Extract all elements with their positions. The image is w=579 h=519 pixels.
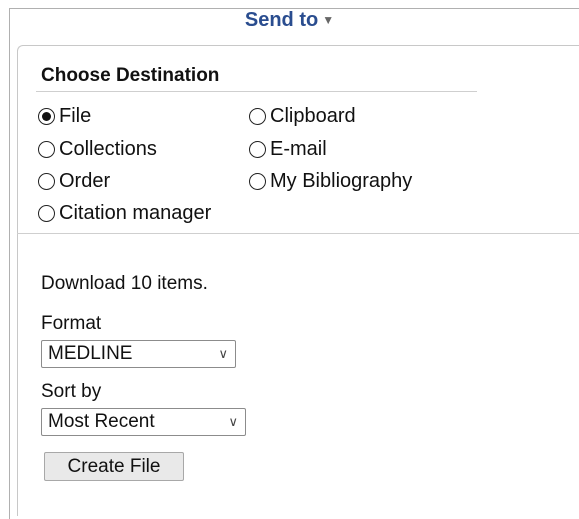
radio-icon[interactable]: [249, 140, 266, 158]
radio-option-collections[interactable]: Collections: [38, 137, 157, 161]
radio-label: Order: [59, 170, 111, 192]
chevron-down-icon: ∨: [228, 414, 238, 429]
send-to-label: Send to: [244, 9, 319, 31]
radio-icon[interactable]: [249, 107, 266, 125]
radio-icon[interactable]: [38, 172, 55, 190]
download-count-text: Download 10 items.: [41, 273, 208, 294]
radio-option-order[interactable]: Order: [38, 169, 110, 193]
sort-select-value: Most Recent: [48, 411, 155, 432]
format-select[interactable]: MEDLINE ∨: [41, 340, 236, 368]
radio-option-citation-manager[interactable]: Citation manager: [38, 201, 211, 225]
radio-selected-icon[interactable]: [38, 107, 55, 125]
sort-by-label: Sort by: [41, 381, 102, 402]
send-to-dropdown[interactable]: Send to ▼: [0, 8, 579, 32]
radio-option-clipboard[interactable]: Clipboard: [249, 104, 356, 128]
choose-destination-heading: Choose Destination: [41, 65, 220, 86]
radio-option-email[interactable]: E-mail: [249, 137, 327, 161]
format-label: Format: [41, 313, 102, 334]
radio-option-file[interactable]: File: [38, 104, 91, 128]
create-file-button[interactable]: Create File: [44, 452, 184, 481]
radio-label: Clipboard: [270, 105, 356, 127]
radio-option-my-bibliography[interactable]: My Bibliography: [249, 169, 412, 193]
radio-icon[interactable]: [38, 204, 55, 222]
radio-label: File: [59, 105, 92, 127]
chevron-down-icon: ∨: [218, 346, 228, 361]
radio-icon[interactable]: [38, 140, 55, 158]
format-select-value: MEDLINE: [48, 343, 133, 364]
radio-icon[interactable]: [249, 172, 266, 190]
radio-label: E-mail: [270, 138, 327, 160]
section-divider: [17, 233, 579, 234]
sort-by-select[interactable]: Most Recent ∨: [41, 408, 246, 436]
radio-label: Collections: [59, 138, 157, 160]
caret-down-icon: ▼: [322, 13, 335, 27]
radio-label: Citation manager: [59, 202, 212, 224]
radio-label: My Bibliography: [270, 170, 413, 192]
divider: [36, 91, 477, 92]
